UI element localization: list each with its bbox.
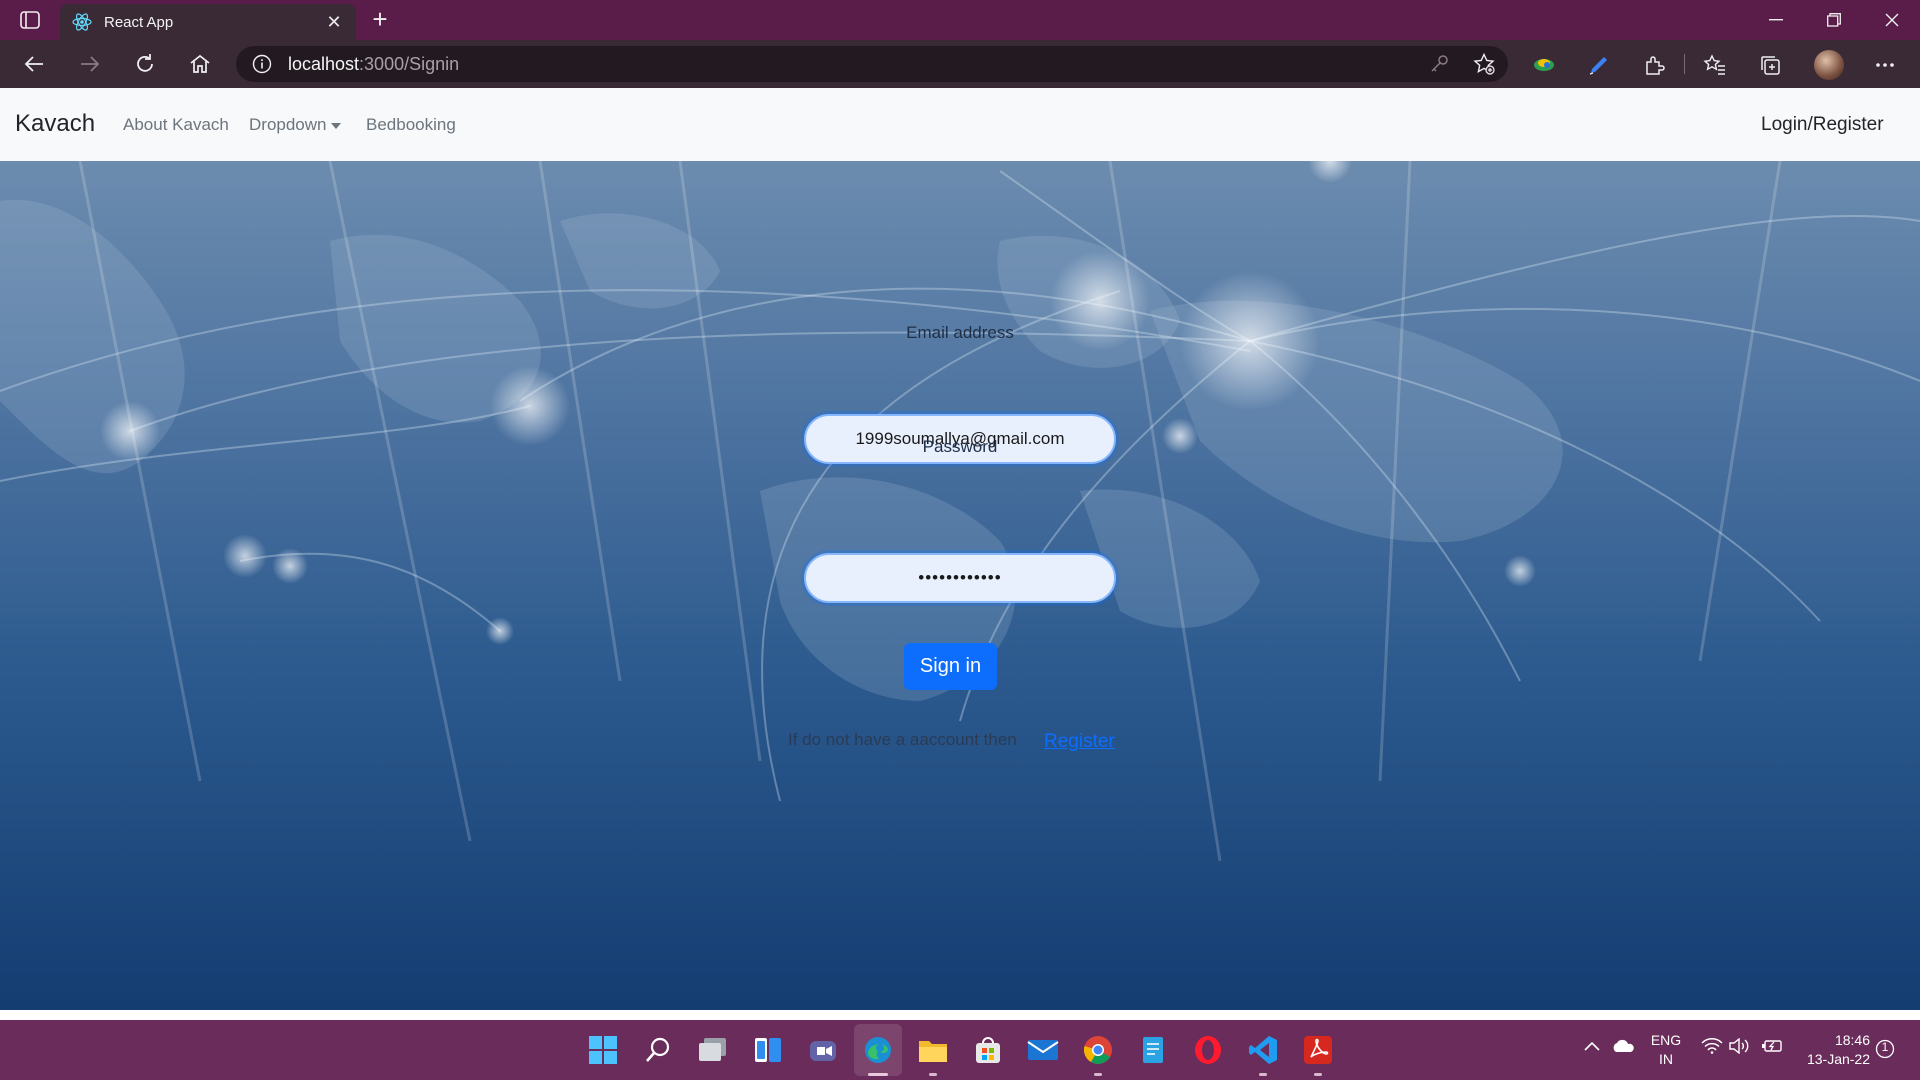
password-field[interactable]: •••••••••••• [804, 553, 1116, 603]
collections-icon[interactable] [1757, 52, 1783, 78]
nav-about-kavach[interactable]: About Kavach [123, 115, 229, 135]
brand-logo[interactable]: Kavach [15, 110, 95, 138]
edge-icon[interactable] [862, 1034, 894, 1066]
battery-icon[interactable] [1760, 1036, 1784, 1056]
language-top[interactable]: ENG [1646, 1032, 1686, 1048]
nav-dropdown-label: Dropdown [249, 115, 327, 134]
chrome-icon[interactable] [1082, 1034, 1114, 1066]
forward-icon[interactable] [72, 48, 108, 80]
register-prompt: If do not have a aaccount then [788, 730, 1017, 749]
new-tab-button[interactable]: + [366, 6, 394, 34]
vscode-running-indicator [1259, 1073, 1267, 1076]
nav-dropdown[interactable]: Dropdown [249, 115, 341, 135]
clock-time[interactable]: 18:46 [1826, 1032, 1870, 1048]
volume-icon[interactable] [1728, 1036, 1752, 1056]
extensions-icon[interactable] [1641, 52, 1667, 78]
start-icon[interactable] [587, 1034, 619, 1066]
pen-extension-icon[interactable] [1586, 52, 1612, 78]
vscode-icon[interactable] [1247, 1034, 1279, 1066]
chrome-running-indicator [1094, 1073, 1102, 1076]
notepad-icon[interactable] [1137, 1034, 1169, 1066]
store-icon[interactable] [972, 1034, 1004, 1066]
mail-icon[interactable] [1027, 1034, 1059, 1066]
minimize-icon[interactable] [1748, 0, 1804, 40]
widgets-icon[interactable] [752, 1034, 784, 1066]
email-label: Email address [906, 323, 1014, 342]
task-view-icon[interactable] [697, 1034, 729, 1066]
teams-chat-icon[interactable] [807, 1034, 839, 1066]
extension-colorful-icon[interactable] [1531, 52, 1557, 78]
close-window-icon[interactable] [1864, 0, 1920, 40]
web-page: Kavach About Kavach Dropdown Bedbooking … [0, 88, 1920, 1010]
opera-icon[interactable] [1192, 1034, 1224, 1066]
nav-login-register[interactable]: Login/Register [1761, 114, 1884, 136]
restore-icon[interactable] [1806, 0, 1862, 40]
site-info-icon[interactable] [252, 54, 272, 74]
edge-running-indicator [868, 1073, 888, 1076]
toolbar-divider [1684, 54, 1685, 74]
profile-avatar[interactable] [1814, 50, 1844, 80]
file-explorer-icon[interactable] [917, 1034, 949, 1066]
notification-badge[interactable]: 1 [1874, 1038, 1896, 1060]
acrobat-icon[interactable] [1302, 1034, 1334, 1066]
sign-in-button[interactable]: Sign in [904, 643, 997, 690]
language-bottom[interactable]: IN [1646, 1051, 1686, 1067]
home-icon[interactable] [182, 48, 218, 80]
caret-down-icon [330, 122, 341, 129]
react-icon [72, 12, 92, 32]
site-navbar: Kavach About Kavach Dropdown Bedbooking … [0, 88, 1920, 161]
back-icon[interactable] [16, 48, 52, 80]
favorites-icon[interactable] [1702, 52, 1728, 78]
acrobat-running-indicator [1314, 1073, 1322, 1076]
explorer-running-indicator [929, 1073, 937, 1076]
browser-toolbar: localhost:3000/Signin [0, 40, 1920, 88]
search-icon[interactable] [642, 1034, 674, 1066]
tab-title: React App [104, 13, 174, 31]
signin-hero: Email address 1999soumallya@gmail.com Pa… [0, 161, 1920, 1010]
more-options-icon[interactable] [1872, 52, 1898, 78]
refresh-icon[interactable] [127, 48, 163, 80]
password-label: Password [922, 437, 998, 456]
onedrive-icon[interactable] [1610, 1036, 1636, 1056]
url-path: :3000/Signin [359, 53, 460, 74]
browser-titlebar: React App ✕ + [0, 0, 1920, 40]
page-bottom-strip [0, 1010, 1920, 1020]
close-tab-icon[interactable]: ✕ [324, 12, 344, 32]
clock-date[interactable]: 13-Jan-22 [1796, 1051, 1870, 1067]
windows-taskbar: ENG IN 18:46 13-Jan-22 1 [0, 1020, 1920, 1080]
browser-tab[interactable]: React App ✕ [60, 4, 356, 40]
register-link[interactable]: Register [1044, 731, 1115, 753]
key-icon[interactable] [1428, 53, 1450, 75]
address-bar[interactable]: localhost:3000/Signin [236, 46, 1508, 82]
chevron-up-icon[interactable] [1582, 1036, 1602, 1056]
notification-count: 1 [1881, 1040, 1889, 1054]
add-favorite-icon[interactable] [1473, 53, 1495, 75]
nav-bedbooking[interactable]: Bedbooking [366, 115, 456, 135]
wifi-icon[interactable] [1700, 1036, 1724, 1056]
url-host: localhost [288, 53, 360, 74]
tab-actions-icon[interactable] [14, 8, 46, 32]
